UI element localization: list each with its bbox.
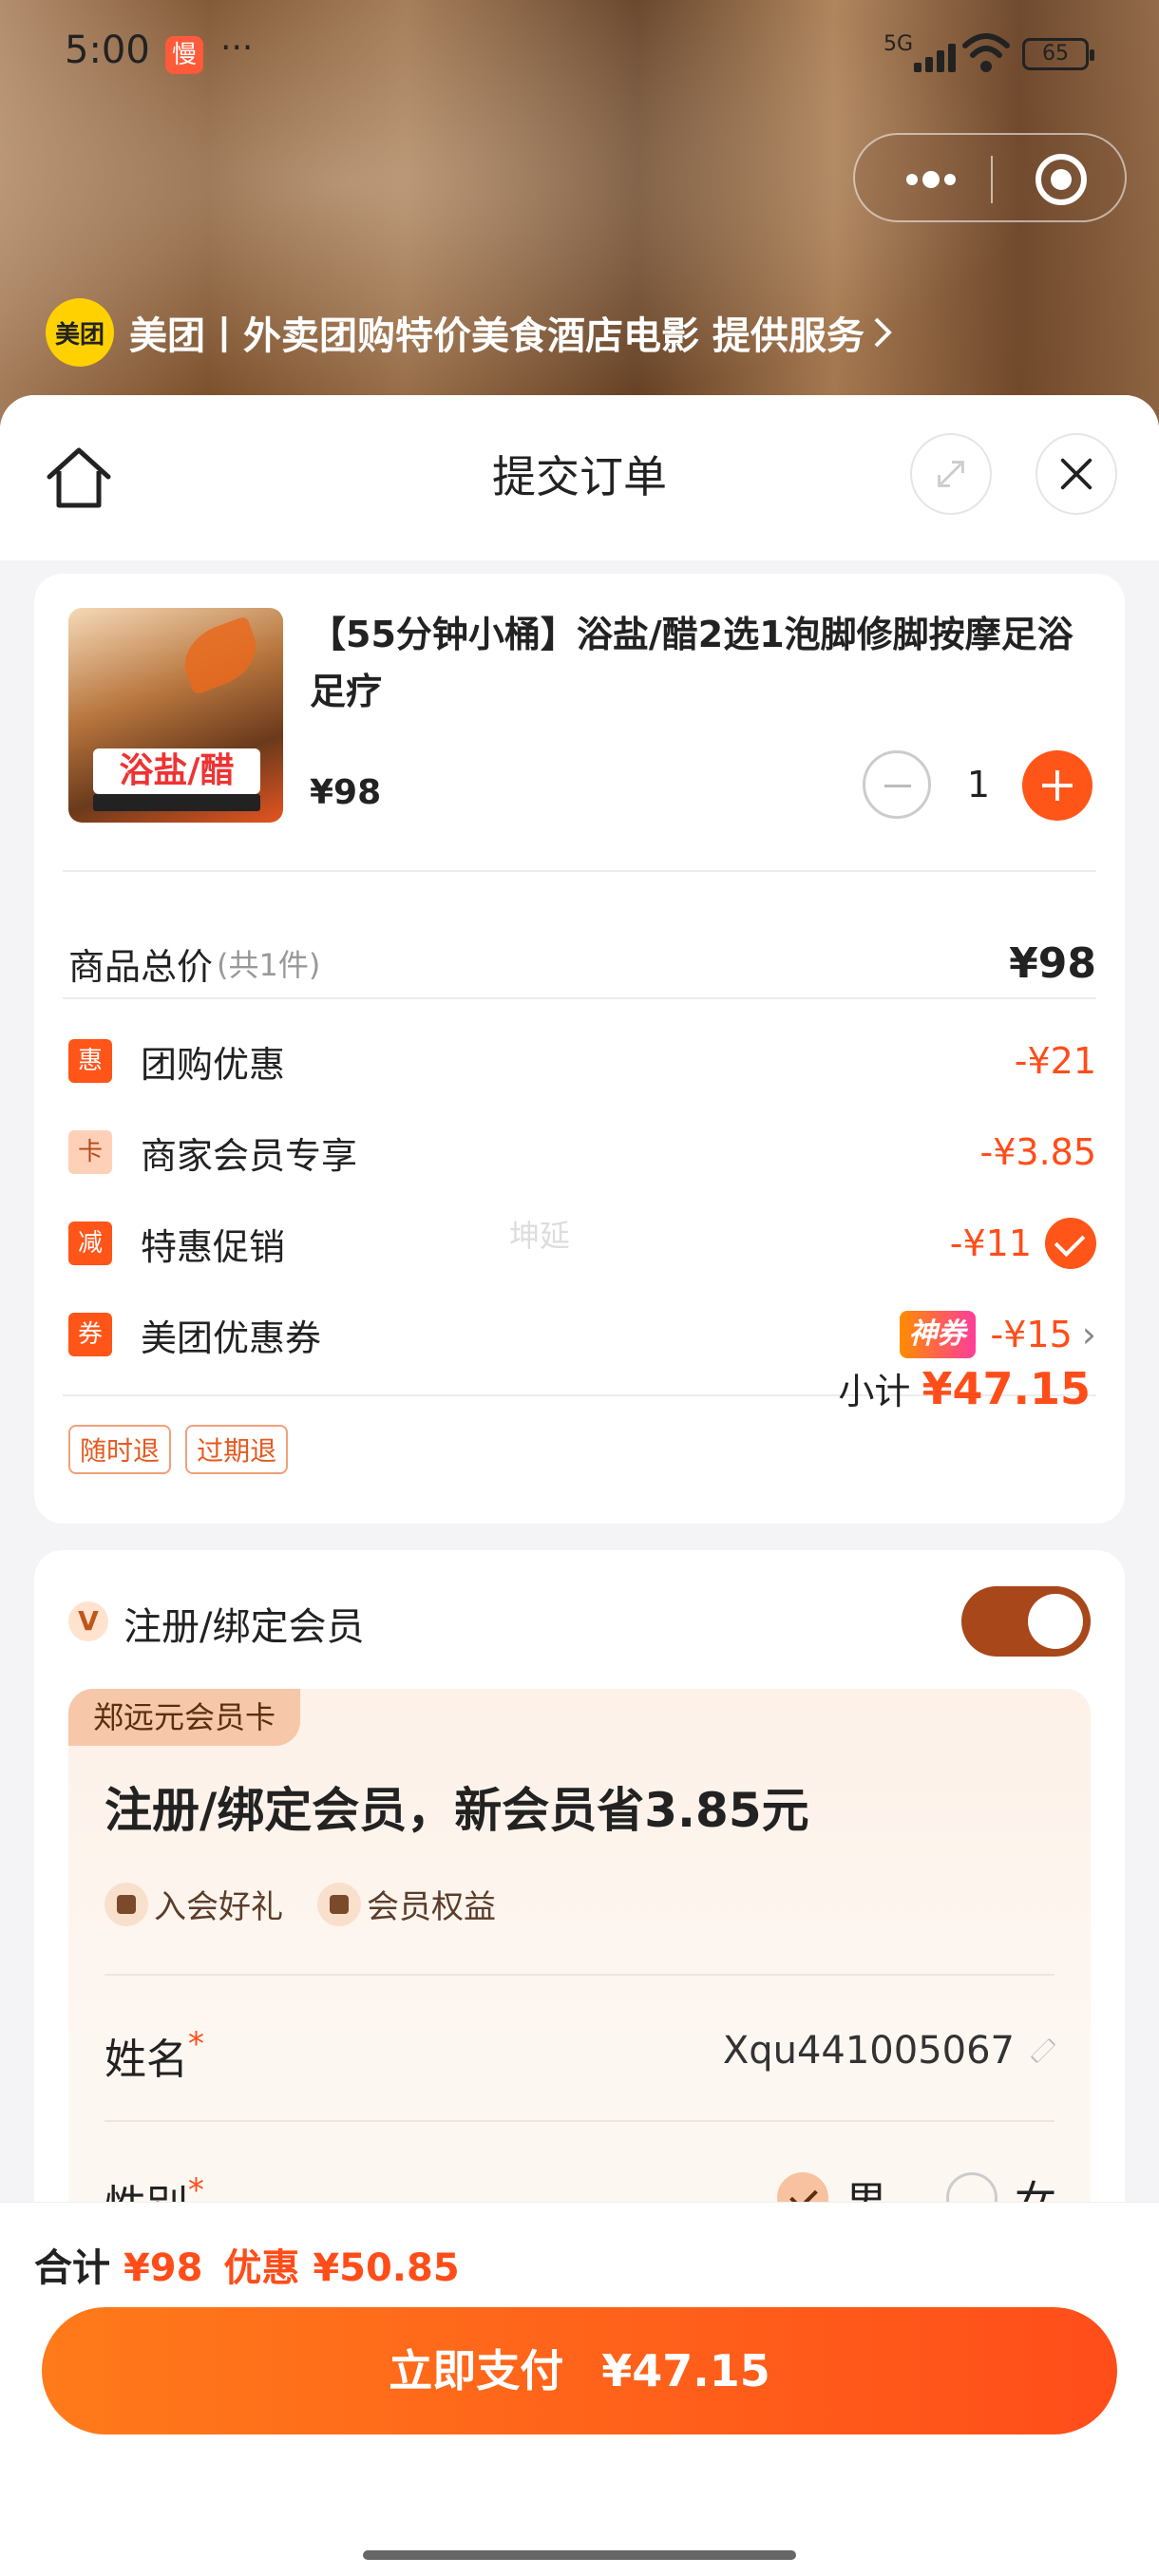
discount-value: -¥15 (990, 1314, 1073, 1355)
benefits-icon (317, 1882, 361, 1926)
discount-row-promotion[interactable]: 减 特惠促销 -¥11 (68, 1210, 1096, 1277)
total-price-value: ¥98 (1009, 938, 1096, 988)
product-price: ¥98 (310, 773, 382, 812)
quantity-plus-button[interactable] (1022, 750, 1092, 821)
subtotal-value: ¥47.15 (922, 1363, 1091, 1414)
close-icon[interactable] (1036, 433, 1117, 515)
more-icon[interactable] (893, 156, 969, 203)
required-mark: * (188, 2025, 204, 2063)
expand-icon[interactable] (910, 433, 992, 515)
watermark-text: 坤延 (509, 1218, 571, 1254)
gift-icon (104, 1882, 148, 1926)
name-input[interactable]: Xqu441005067 (723, 2029, 1056, 2073)
discount-tag-icon: 惠 (68, 1039, 112, 1083)
discount-row-coupon[interactable]: 券 美团优惠券 神券 -¥15 › (68, 1301, 1096, 1368)
member-perks: 入会好礼 会员权益 (104, 1881, 530, 1927)
divider (63, 870, 1096, 872)
policy-badge: 过期退 (185, 1425, 289, 1474)
subtotal: 小计 ¥47.15 (838, 1362, 1091, 1414)
title-bar: 提交订单 (0, 395, 1159, 560)
perk-label: 会员权益 (367, 1888, 496, 1926)
quantity-value: 1 (966, 764, 991, 805)
member-card-tag: 郑远元会员卡 (68, 1689, 301, 1746)
service-provider-text: 美团丨外卖团购特价美食酒店电影 提供服务 (129, 314, 864, 358)
super-coupon-badge: 神券 (899, 1311, 976, 1358)
home-indicator[interactable] (363, 2550, 796, 2560)
member-card-tag-icon: 卡 (68, 1130, 112, 1174)
policy-badge: 随时退 (68, 1425, 172, 1474)
discount-label: 特惠促销 (141, 1225, 286, 1268)
mini-program-capsule (853, 133, 1127, 222)
thumbnail-label: 浴盐/醋 (93, 748, 260, 794)
discount-label: 美团优惠券 (141, 1316, 322, 1359)
register-member-label: 注册/绑定会员 (124, 1605, 365, 1649)
capsule-divider (991, 156, 993, 203)
chevron-right-icon: › (1081, 1314, 1096, 1355)
network-type: 5G (884, 32, 914, 56)
discount-row-member: 卡 商家会员专享 -¥3.85 (68, 1119, 1096, 1185)
discount-tag-icon: 减 (68, 1222, 112, 1265)
total-price-label: 商品总价 (68, 945, 214, 988)
order-summary-card: 浴盐/醋 【55分钟小桶】浴盐/醋2选1泡脚修脚按摩足浴足疗 ¥98 1 商品总… (34, 574, 1125, 1524)
discount-total-label: 优惠 (223, 2246, 300, 2290)
name-field-label: 姓名* (104, 2025, 204, 2086)
edit-pencil-icon[interactable] (1030, 2037, 1056, 2064)
product-name: 【55分钟小桶】浴盐/醋2选1泡脚修脚按摩足浴足疗 (310, 614, 1074, 712)
discount-row-group-buy: 惠 团购优惠 -¥21 (68, 1028, 1096, 1094)
name-label: 姓名 (104, 2036, 188, 2084)
chevron-right-icon (874, 317, 892, 348)
discount-value: -¥21 (1014, 1040, 1096, 1082)
perk-label: 入会好礼 (154, 1888, 283, 1926)
pay-amount: ¥47.15 (601, 2345, 770, 2396)
total-price-row: 商品总价 (共1件) ¥98 (68, 930, 1096, 996)
refund-policies: 随时退 过期退 (68, 1425, 297, 1474)
subtotal-label: 小计 (838, 1371, 911, 1412)
exit-target-icon[interactable] (1036, 154, 1087, 205)
divider (104, 2120, 1054, 2122)
discount-label: 团购优惠 (141, 1043, 286, 1086)
signal-icon (914, 42, 961, 72)
perk-gift[interactable]: 入会好礼 (104, 1881, 283, 1927)
vip-icon: V (68, 1601, 108, 1641)
coupon-tag-icon: 券 (68, 1313, 112, 1356)
pay-label: 立即支付 (389, 2345, 564, 2396)
total-label: 合计 (34, 2246, 110, 2290)
checked-icon[interactable] (1045, 1218, 1096, 1269)
status-time: 5:00 (65, 28, 150, 72)
total-count: (共1件) (217, 947, 321, 983)
discount-value: -¥3.85 (979, 1131, 1097, 1173)
member-offer-title: 注册/绑定会员，新会员省3.85元 (104, 1783, 809, 1838)
meituan-logo-icon: 美团 (46, 298, 114, 367)
divider (63, 997, 1096, 999)
more-notifications-icon: ··· (220, 28, 254, 67)
perk-benefits[interactable]: 会员权益 (317, 1881, 496, 1927)
name-value: Xqu441005067 (722, 2029, 1015, 2073)
quantity-minus-button[interactable] (863, 750, 931, 819)
app-badge-icon: 慢 (165, 36, 203, 74)
status-bar: 5:00 慢 ··· 5G 65 (0, 0, 1159, 104)
discount-label: 商家会员专享 (141, 1134, 358, 1177)
product-thumbnail: 浴盐/醋 (68, 608, 283, 823)
discount-value: -¥11 (949, 1222, 1032, 1264)
total-value: ¥98 (123, 2246, 203, 2290)
service-provider-bar[interactable]: 美团 美团丨外卖团购特价美食酒店电影 提供服务 (46, 296, 895, 369)
battery-icon: 65 (1022, 38, 1094, 70)
checkout-bar: 合计 ¥98 优惠 ¥50.85 立即支付 ¥47.15 (0, 2202, 1159, 2576)
wifi-icon (962, 33, 1010, 72)
discount-total-value: ¥50.85 (313, 2246, 460, 2290)
divider (104, 1974, 1054, 1976)
pay-now-button[interactable]: 立即支付 ¥47.15 (42, 2307, 1117, 2434)
register-member-toggle[interactable] (961, 1586, 1091, 1657)
checkout-totals: 合计 ¥98 优惠 ¥50.85 (34, 2237, 460, 2292)
